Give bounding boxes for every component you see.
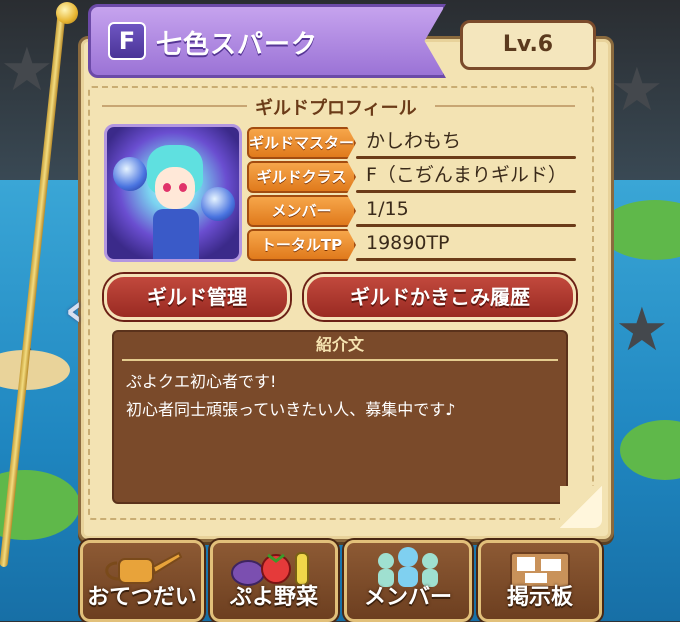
guild-manage-button[interactable]: ギルド管理 — [104, 274, 290, 320]
guild-name: 七色スパーク — [156, 30, 319, 60]
star-decoration: ★ — [615, 295, 669, 365]
intro-line: 初心者同士頑張っていきたい人、募集中です♪ — [126, 400, 456, 419]
intro-title: 紹介文 — [315, 335, 364, 354]
nav-members-label: メンバー — [363, 585, 452, 610]
value-total-tp: 19890TP — [366, 232, 450, 254]
flag-pole-top — [56, 2, 78, 24]
value-guild-class: F（こぢんまりギルド） — [366, 164, 567, 186]
nav-vegetables-button[interactable]: ぷよ野菜 — [210, 540, 338, 622]
label-guild-master: ギルドマスター — [247, 127, 356, 159]
guild-grade-badge: F — [108, 22, 146, 60]
page-curl — [560, 486, 602, 528]
label-guild-class: ギルドクラス — [247, 161, 356, 193]
label-total-tp: トータルTP — [247, 229, 356, 261]
nav-help-label: おてつだい — [87, 585, 197, 610]
intro-text: ぷよクエ初心者です! 初心者同士頑張っていきたい人、募集中です♪ — [126, 368, 455, 424]
guild-history-button[interactable]: ギルドかきこみ履歴 — [304, 274, 576, 320]
star-decoration: ★ — [610, 55, 664, 125]
underline — [356, 258, 576, 261]
value-guild-master: かしわもち — [366, 130, 462, 152]
value-members: 1/15 — [366, 198, 409, 220]
blue-orb — [201, 187, 235, 221]
nav-vegetables-label: ぷよ野菜 — [229, 585, 318, 610]
underline — [356, 156, 576, 159]
underline — [356, 190, 576, 193]
character-face — [155, 167, 195, 209]
nav-help-button[interactable]: おてつだい — [80, 540, 204, 622]
nav-bulletin-label: 掲示板 — [506, 585, 573, 610]
character-eye — [179, 183, 187, 192]
intro-line: ぷよクエ初心者です! — [126, 372, 277, 391]
nav-members-button[interactable]: メンバー — [344, 540, 472, 622]
chevron-left-icon[interactable]: ‹ — [60, 286, 88, 336]
intro-box: 紹介文 ぷよクエ初心者です! 初心者同士頑張っていきたい人、募集中です♪ — [112, 330, 568, 504]
nav-bulletin-button[interactable]: 掲示板 — [478, 540, 602, 622]
guild-master-portrait[interactable] — [104, 124, 242, 262]
blue-orb — [113, 157, 147, 191]
star-decoration: ★ — [0, 35, 54, 105]
character-body — [153, 209, 199, 259]
section-title: ギルドプロフィール — [255, 98, 417, 119]
divider — [122, 359, 558, 361]
label-members: メンバー — [247, 195, 356, 227]
divider — [102, 105, 247, 107]
underline — [356, 224, 576, 227]
divider — [435, 105, 575, 107]
guild-level: Lv.6 — [460, 20, 596, 70]
character-eye — [163, 183, 171, 192]
